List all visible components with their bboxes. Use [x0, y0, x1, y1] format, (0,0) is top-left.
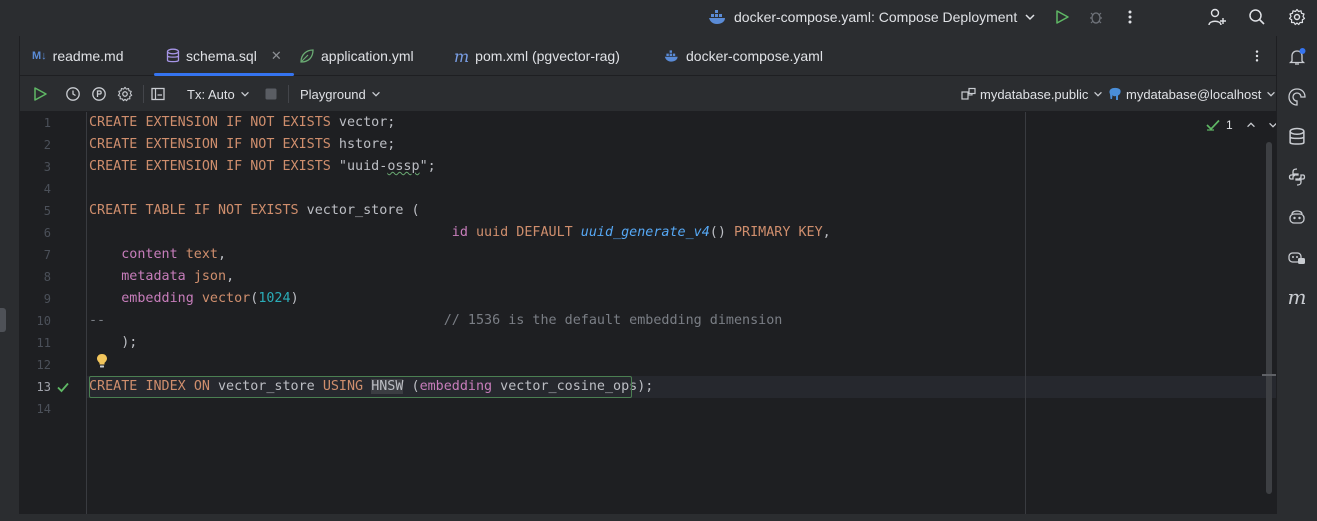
chevron-down-icon	[370, 88, 382, 100]
line-number: 10	[36, 314, 51, 328]
line-number: 14	[36, 402, 51, 416]
explain-plan-icon[interactable]	[87, 82, 111, 106]
notifications-bell-icon[interactable]	[1286, 46, 1308, 68]
close-tab-icon[interactable]: ✕	[271, 48, 282, 64]
playground-dropdown[interactable]: Playground	[300, 76, 382, 112]
copilot-icon[interactable]	[1286, 206, 1308, 228]
tab-readme[interactable]: M↓ readme.md	[32, 36, 123, 76]
run-icon[interactable]	[1050, 5, 1074, 29]
debug-icon[interactable]	[1084, 5, 1108, 29]
line-number: 4	[43, 182, 51, 196]
code-line-9: embedding vector(1024)	[121, 291, 299, 306]
code-line-11: );	[89, 335, 138, 350]
python-icon[interactable]	[1286, 166, 1308, 188]
code-line-5: CREATE TABLE IF NOT EXISTS vector_store …	[89, 203, 420, 218]
maven-icon[interactable]: m	[1286, 285, 1308, 309]
execution-success-check-icon	[56, 380, 70, 394]
chevron-up-icon[interactable]	[1245, 119, 1257, 131]
datasource-selector[interactable]: mydatabase@localhost	[1108, 76, 1277, 112]
schema-selector[interactable]: mydatabase.public	[961, 76, 1104, 112]
check-inspection-icon	[1206, 119, 1220, 131]
tab-label: readme.md	[52, 48, 124, 64]
markdown-icon: M↓	[32, 50, 47, 62]
code-line-8: metadata json,	[121, 269, 235, 284]
code-line-2: CREATE EXTENSION IF NOT EXISTS hstore;	[89, 137, 396, 152]
stop-icon[interactable]	[259, 82, 283, 106]
chevron-down-icon	[1092, 88, 1104, 100]
code-line-1: CREATE EXTENSION IF NOT EXISTS vector;	[89, 115, 396, 130]
schema-icon	[961, 87, 976, 101]
execute-icon[interactable]	[28, 82, 52, 106]
right-tool-strip: m	[1276, 36, 1317, 514]
editor-tab-bar: M↓ readme.md schema.sql ✕ application.ym…	[20, 36, 1276, 76]
settings-gear-icon[interactable]	[113, 82, 137, 106]
sql-editor-toolbar: Tx: Auto Playground mydatabase.public my…	[20, 76, 1276, 112]
more-options-icon[interactable]	[1118, 5, 1142, 29]
schema-label: mydatabase.public	[980, 86, 1089, 102]
line-number: 2	[43, 138, 51, 152]
search-icon[interactable]	[1245, 5, 1269, 29]
tab-label: schema.sql	[186, 48, 257, 64]
ai-assistant-icon[interactable]	[1286, 86, 1308, 108]
line-number: 9	[43, 292, 51, 306]
code-line-3: CREATE EXTENSION IF NOT EXISTS "uuid-oss…	[89, 159, 436, 174]
code-line-10: -- // 1536 is the default embedding dime…	[89, 313, 783, 328]
settings-gear-icon[interactable]	[1285, 5, 1309, 29]
lightbulb-intention-icon[interactable]	[96, 353, 108, 369]
transaction-mode-label: Tx: Auto	[187, 86, 235, 102]
code-line-7: content text,	[121, 247, 227, 262]
sql-editor[interactable]: 1 2 3 4 5 6 7 8 9 10 11 12 13 14 CREATE …	[20, 112, 1279, 514]
maven-icon: m	[454, 46, 470, 66]
line-number: 12	[36, 358, 51, 372]
left-tool-strip	[0, 36, 20, 514]
line-number: 1	[43, 116, 51, 130]
tab-pom-xml[interactable]: m pom.xml (pgvector-rag)	[454, 36, 620, 76]
playground-label: Playground	[300, 86, 366, 102]
tab-schema-sql[interactable]: schema.sql ✕	[154, 36, 294, 76]
code-line-6: id uuid DEFAULT uuid_generate_v4() PRIMA…	[451, 225, 831, 240]
run-configuration-selector[interactable]: docker-compose.yaml: Compose Deployment	[708, 5, 1037, 29]
run-configuration-label: docker-compose.yaml: Compose Deployment	[734, 9, 1018, 25]
inspection-count: 1	[1226, 118, 1233, 132]
line-number-gutter: 1 2 3 4 5 6 7 8 9 10 11 12 13 14	[20, 112, 107, 514]
status-bar	[0, 514, 1317, 521]
database-icon	[166, 48, 180, 64]
add-user-icon[interactable]	[1205, 5, 1229, 29]
line-number: 6	[43, 226, 51, 240]
line-number-current: 13	[36, 380, 51, 394]
tab-label: application.yml	[321, 48, 414, 64]
inspection-widget[interactable]: 1	[1206, 116, 1279, 134]
vertical-scrollbar[interactable]	[1266, 142, 1272, 494]
scrollbar-caret-marker	[1262, 374, 1276, 376]
line-number: 5	[43, 204, 51, 218]
docker-icon	[664, 48, 680, 64]
tab-application-yml[interactable]: application.yml	[299, 36, 414, 76]
chevron-down-icon	[1023, 10, 1037, 24]
spring-leaf-icon	[299, 48, 315, 64]
postgresql-elephant-icon	[1108, 87, 1122, 102]
layout-panel-icon[interactable]	[146, 82, 170, 106]
current-statement-outline	[89, 376, 632, 398]
chevron-down-icon	[239, 88, 251, 100]
docker-icon	[708, 8, 728, 26]
database-icon[interactable]	[1286, 126, 1308, 148]
line-number: 11	[36, 336, 51, 350]
tab-actions-more-icon[interactable]	[1245, 44, 1269, 68]
history-clock-icon[interactable]	[61, 82, 85, 106]
tab-label: pom.xml (pgvector-rag)	[475, 48, 620, 64]
transaction-mode-dropdown[interactable]: Tx: Auto	[187, 76, 251, 112]
copilot-chat-icon[interactable]	[1286, 246, 1308, 268]
line-number: 7	[43, 248, 51, 262]
tab-docker-compose[interactable]: docker-compose.yaml	[664, 36, 823, 76]
title-bar: docker-compose.yaml: Compose Deployment	[0, 0, 1317, 36]
line-number: 8	[43, 270, 51, 284]
line-number: 3	[43, 160, 51, 174]
tab-label: docker-compose.yaml	[686, 48, 823, 64]
datasource-label: mydatabase@localhost	[1126, 86, 1262, 102]
left-panel-resize-handle[interactable]	[0, 308, 6, 332]
right-margin-guide	[1025, 112, 1026, 514]
